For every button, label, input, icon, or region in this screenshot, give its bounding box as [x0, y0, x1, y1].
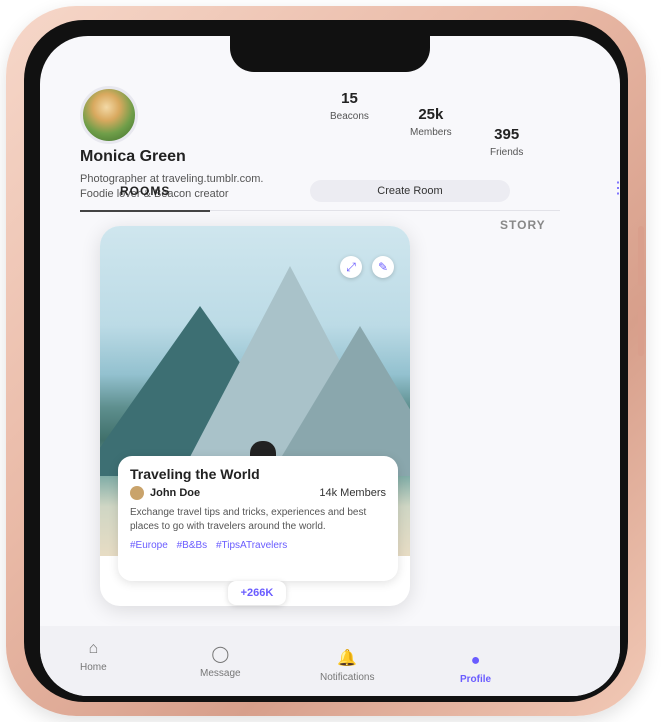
edit-icon[interactable]: ✎: [372, 256, 394, 278]
power-button: [638, 226, 644, 286]
share-icon[interactable]: ⤢: [340, 256, 362, 278]
room-author-row: John Doe 14k Members: [130, 486, 386, 500]
home-icon: ⌂: [88, 640, 99, 657]
author-avatar: [130, 486, 144, 500]
room-member-count-chip[interactable]: +266K: [228, 581, 286, 605]
nav-notifications[interactable]: 🔔 Notifications: [320, 648, 374, 683]
nav-label: Message: [200, 668, 241, 679]
nav-label: Notifications: [320, 672, 375, 683]
phone-notch: [230, 36, 430, 72]
stat-members[interactable]: 25k Members: [410, 106, 452, 138]
active-tab-indicator: [80, 210, 210, 212]
stat-friends[interactable]: 395 Friends: [490, 126, 523, 158]
tab-story[interactable]: STORY: [500, 218, 546, 232]
nav-profile[interactable]: ● Profile: [460, 652, 491, 685]
nav-label: Profile: [460, 674, 492, 685]
room-members: 14k Members: [319, 487, 386, 499]
bell-icon: 🔔: [337, 650, 358, 667]
stat-value: 15: [341, 90, 358, 107]
nav-home[interactable]: ⌂ Home: [80, 640, 107, 673]
volume-button: [638, 306, 644, 356]
nav-message[interactable]: ◯ Message: [200, 644, 241, 679]
profile-tabs: ROOMS STORY: [80, 176, 580, 232]
nav-label: Home: [80, 662, 107, 673]
more-options-icon[interactable]: ⋮: [610, 178, 620, 198]
room-author: John Doe: [150, 487, 201, 499]
phone-device: Monica Green Photographer at traveling.t…: [6, 6, 646, 716]
stat-value: 395: [494, 126, 520, 143]
stat-value: 25k: [418, 106, 444, 123]
mountain-shape: [270, 326, 410, 476]
room-tags: #Europe #B&Bs #TipsATravelers: [130, 540, 386, 551]
message-icon: ◯: [211, 646, 230, 663]
tab-rooms[interactable]: ROOMS: [120, 184, 170, 198]
stat-beacons[interactable]: 15 Beacons: [330, 90, 369, 122]
stat-label: Members: [410, 127, 452, 138]
app-screen: Monica Green Photographer at traveling.t…: [40, 36, 620, 696]
profile-name: Monica Green: [80, 148, 186, 165]
tag[interactable]: #TipsATravelers: [216, 540, 287, 551]
stat-label: Friends: [490, 147, 524, 158]
room-title: Traveling the World: [130, 466, 260, 482]
bottom-navigation: ⌂ Home ◯ Message 🔔 Notifications ● Profi…: [40, 626, 620, 696]
stat-label: Beacons: [330, 111, 369, 122]
profile-header: Monica Green Photographer at traveling.t…: [80, 86, 620, 202]
tag[interactable]: #Europe: [130, 540, 168, 551]
room-info-panel: Traveling the World John Doe 14k Members…: [118, 456, 398, 581]
room-card[interactable]: ⤢ ✎ Traveling the World John Doe 14k Mem…: [100, 226, 410, 606]
room-description: Exchange travel tips and tricks, experie…: [130, 507, 367, 532]
avatar[interactable]: [80, 86, 138, 144]
profile-icon: ●: [470, 652, 481, 669]
screen-content: Monica Green Photographer at traveling.t…: [40, 36, 620, 696]
tag[interactable]: #B&Bs: [177, 540, 208, 551]
